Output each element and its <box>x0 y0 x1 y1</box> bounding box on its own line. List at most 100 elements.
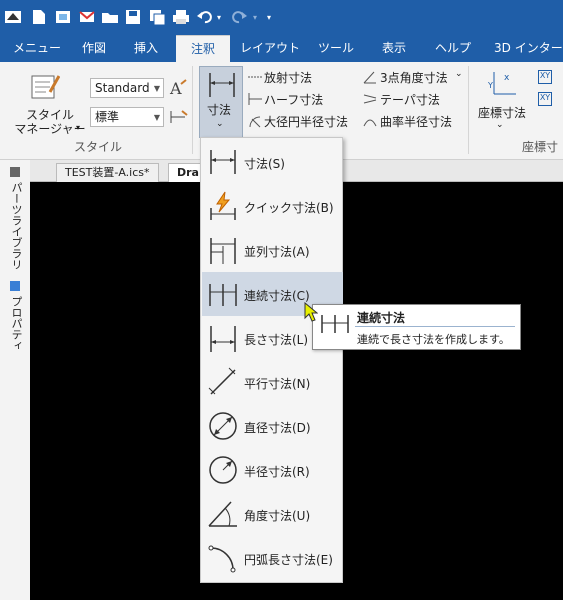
tab-help[interactable]: ヘルプ <box>428 35 478 62</box>
menu-item-label: 角度寸法(U) <box>244 509 311 523</box>
three-point-angle-button[interactable]: 3点角度寸法 <box>380 69 448 86</box>
tab-tools[interactable]: ツール <box>312 35 360 62</box>
save-icon[interactable] <box>124 8 142 26</box>
app-window: ▾ ▾ ▾ メニュー 作図 挿入 注釈 レイアウト ツール 表示 ヘルプ 3D … <box>0 0 563 600</box>
open-icon[interactable] <box>54 8 72 26</box>
continuous-dimension-icon <box>319 311 351 338</box>
continuous-dimension-icon <box>207 278 239 310</box>
chevron-down-icon: ⌄ <box>496 120 504 130</box>
linear-dimension-icon <box>207 146 239 178</box>
curvature-radius-button[interactable]: 曲率半径寸法 <box>380 113 452 130</box>
menu-item-label: 並列寸法(A) <box>244 245 310 259</box>
text-style-icon[interactable]: A <box>168 78 188 101</box>
new-file-icon[interactable] <box>30 8 48 26</box>
coordinate-dimension-label: 座標寸法 <box>478 106 527 120</box>
tooltip-title: 連続寸法 <box>357 311 406 325</box>
style-manager-button[interactable]: スタイル マネージャー ▾ <box>14 68 86 136</box>
left-sidebar: パーツライブラリ プロパティ <box>0 160 30 600</box>
large-radius-icon <box>247 114 263 131</box>
dimension-style-icon[interactable] <box>168 107 188 130</box>
arc-length-dimension-icon <box>207 542 239 574</box>
radial-dimension-button[interactable]: 放射寸法 <box>264 69 312 86</box>
mouse-cursor-icon <box>304 301 319 325</box>
continuous-dimension-tooltip: 連続寸法 連続で長さ寸法を作成します。 <box>312 304 521 350</box>
chevron-down-icon[interactable]: ⌄ <box>455 69 463 79</box>
ribbon-tab-bar: メニュー 作図 挿入 注釈 レイアウト ツール 表示 ヘルプ 3D インターフ <box>0 35 563 62</box>
menu-item-label: クイック寸法(B) <box>244 201 334 215</box>
dimension-style-value: 標準 <box>95 110 120 124</box>
radius-dimension-icon <box>207 454 239 486</box>
auto-coordinate-x-icon[interactable]: XY <box>538 70 552 84</box>
menu-item-label: 長さ寸法(L) <box>244 333 309 347</box>
large-radius-dimension-button[interactable]: 大径円半径寸法 <box>264 113 348 130</box>
properties-icon <box>9 280 21 295</box>
menu-item-radius-dimension[interactable]: 半径寸法(R) <box>202 448 343 492</box>
tab-view[interactable]: 表示 <box>374 35 414 62</box>
save-all-icon[interactable] <box>148 8 166 26</box>
svg-text:x: x <box>504 73 510 83</box>
tab-menu[interactable]: メニュー <box>6 35 68 62</box>
menu-item-arc-length-dimension[interactable]: 円弧長さ寸法(E) <box>202 536 343 580</box>
undo-icon[interactable] <box>196 8 214 26</box>
half-dimension-icon <box>247 92 263 109</box>
quick-dimension-icon <box>207 190 239 222</box>
menu-item-parallel-dimension[interactable]: 並列寸法(A) <box>202 228 343 272</box>
menu-item-label: 半径寸法(R) <box>244 465 310 479</box>
chevron-down-icon: ▼ <box>153 113 160 122</box>
tab-3d-interface[interactable]: 3D インターフ <box>494 35 563 62</box>
chevron-down-icon: ▼ <box>153 84 160 93</box>
dimension-dropdown-menu: 寸法(S) クイック寸法(B) 並列寸法(A) 連続寸法(C) 長さ寸法(L) <box>200 137 343 583</box>
parallel-dimension-icon <box>207 234 239 266</box>
customize-toolbar-icon[interactable]: ▾ <box>264 8 274 26</box>
print-icon[interactable] <box>172 8 190 26</box>
tab-insert[interactable]: 挿入 <box>124 35 168 62</box>
redo-dropdown-icon[interactable]: ▾ <box>250 8 260 26</box>
menu-item-quick-dimension[interactable]: クイック寸法(B) <box>202 184 343 228</box>
linear-dimension-icon <box>206 69 238 102</box>
chevron-down-icon: ⌄ <box>216 119 224 129</box>
quick-access-toolbar: ▾ ▾ ▾ <box>0 0 563 35</box>
coordinate-dimension-button[interactable]: x Y 座標寸法 ⌄ <box>474 66 534 130</box>
auto-coordinate-y-icon[interactable]: XY <box>538 92 552 106</box>
menu-item-label: 平行寸法(N) <box>244 377 311 391</box>
angle-dimension-icon <box>207 498 239 530</box>
menu-item-aligned-dimension[interactable]: 平行寸法(N) <box>202 360 343 404</box>
menu-item-dimension[interactable]: 寸法(S) <box>202 140 343 184</box>
diameter-dimension-icon <box>207 410 239 442</box>
tab-layout[interactable]: レイアウト <box>236 35 304 62</box>
menu-item-diameter-dimension[interactable]: 直径寸法(D) <box>202 404 343 448</box>
aligned-dimension-icon <box>207 366 239 398</box>
tab-draw[interactable]: 作図 <box>72 35 116 62</box>
dimension-style-combo[interactable]: 標準 ▼ <box>90 107 164 127</box>
group-divider <box>192 66 193 154</box>
dimension-split-button[interactable]: 寸法 ⌄ <box>199 66 243 138</box>
menu-item-label: 寸法(S) <box>244 157 285 171</box>
group-divider <box>468 66 469 154</box>
app-logo-icon[interactable] <box>4 8 22 26</box>
tooltip-divider <box>355 326 515 327</box>
style-manager-icon <box>30 72 61 105</box>
text-style-combo[interactable]: Standard ▼ <box>90 78 164 98</box>
menu-item-label: 円弧長さ寸法(E) <box>244 553 333 567</box>
taper-dimension-icon <box>362 92 378 109</box>
menu-item-angle-dimension[interactable]: 角度寸法(U) <box>202 492 343 536</box>
document-tab-test-device[interactable]: TEST装置-A.ics* <box>56 163 159 182</box>
redo-icon[interactable] <box>230 8 248 26</box>
menu-item-label: 直径寸法(D) <box>244 421 311 435</box>
tooltip-description: 連続で長さ寸法を作成します。 <box>357 333 510 346</box>
dimension-button-label: 寸法 <box>207 103 232 117</box>
folder-icon[interactable] <box>101 8 119 26</box>
chevron-down-icon: ▾ <box>76 123 81 132</box>
taper-dimension-button[interactable]: テーパ寸法 <box>380 91 440 108</box>
length-dimension-icon <box>207 322 239 354</box>
undo-dropdown-icon[interactable]: ▾ <box>214 8 224 26</box>
mail-icon[interactable] <box>78 8 96 26</box>
svg-text:Y: Y <box>488 81 493 90</box>
parts-library-panel-tab[interactable]: パーツライブラリ <box>8 182 24 270</box>
tab-annotation[interactable]: 注釈 <box>176 35 230 62</box>
text-style-value: Standard <box>95 81 150 95</box>
menu-item-label: 連続寸法(C) <box>244 289 310 303</box>
curvature-radius-icon <box>362 114 378 131</box>
half-dimension-button[interactable]: ハーフ寸法 <box>264 91 323 108</box>
properties-panel-tab[interactable]: プロパティ <box>8 296 24 351</box>
